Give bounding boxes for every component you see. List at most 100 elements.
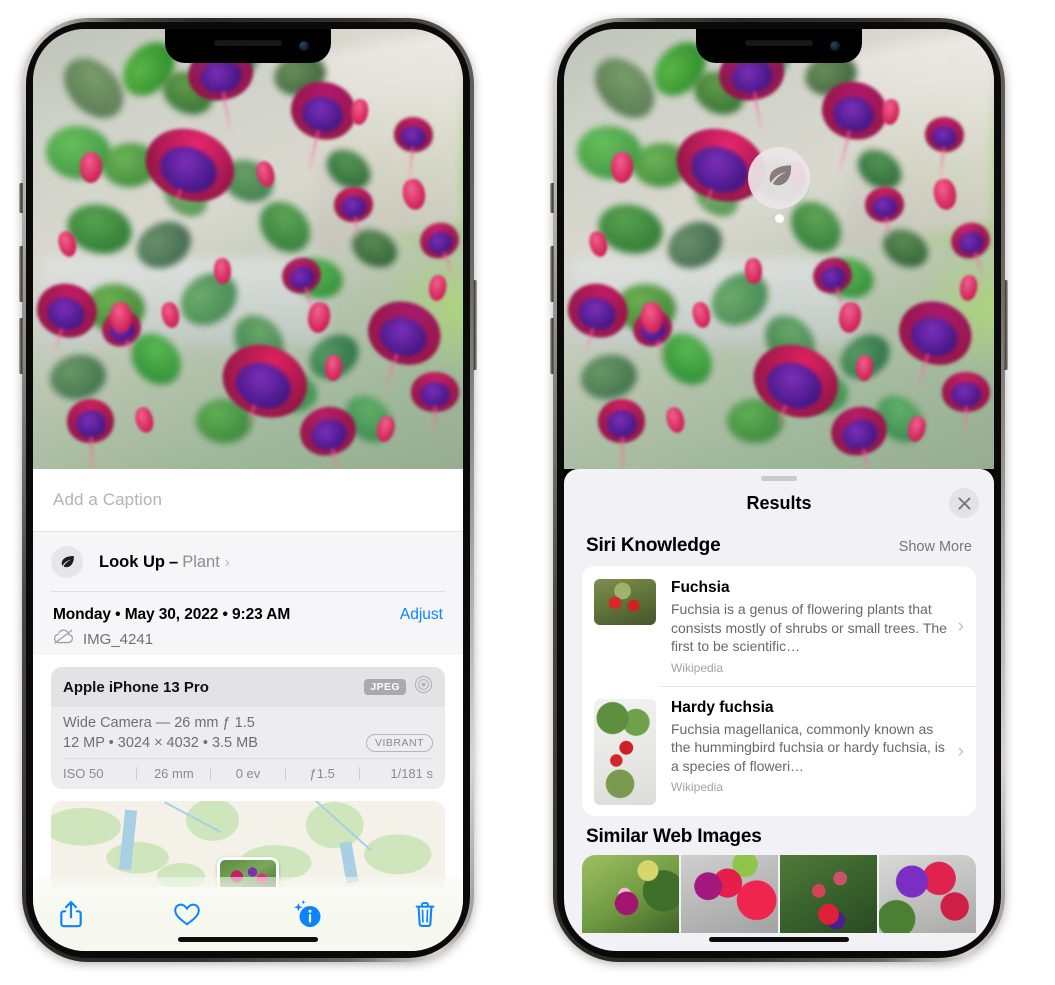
chevron-right-icon: › — [957, 615, 964, 637]
sparkle-icon-large: ✦ — [33, 526, 36, 541]
photo-metadata: Monday • May 30, 2022 • 9:23 AM Adjust I… — [33, 592, 463, 655]
volume-down-button[interactable] — [550, 318, 554, 374]
knowledge-description: Fuchsia is a genus of flowering plants t… — [671, 600, 947, 655]
photo-bloom-corolla — [955, 228, 987, 257]
knowledge-thumbnail — [594, 579, 656, 625]
photo-bloom-corolla — [375, 311, 432, 363]
similar-image-thumb[interactable] — [582, 854, 679, 933]
close-icon[interactable] — [949, 488, 979, 518]
photo-bloom-corolla — [829, 92, 878, 137]
exif-shutter-speed: 1/181 s — [390, 766, 434, 781]
exif-focal-length: 26 mm — [153, 766, 194, 781]
camera-device-name: Apple iPhone 13 Pro — [63, 678, 209, 696]
share-icon[interactable] — [59, 900, 83, 928]
photo-bloom-corolla — [75, 409, 107, 438]
photo-bloom-corolla — [307, 415, 350, 454]
volume-down-button[interactable] — [19, 318, 23, 374]
notch — [165, 29, 331, 63]
home-indicator[interactable] — [178, 937, 318, 942]
front-camera — [830, 41, 840, 51]
screen-left: Add a Caption ✦ ✦ Look Up – Plant › — [33, 29, 463, 951]
screen-right: Results Siri Knowledge Show More Fuchsia… — [564, 29, 994, 951]
photo-bloom-corolla — [818, 263, 849, 292]
volume-up-button[interactable] — [550, 246, 554, 302]
exif-iso: ISO 50 — [63, 766, 104, 781]
chevron-right-icon: › — [957, 740, 964, 762]
lens-line: Wide Camera — 26 mm ƒ 1.5 — [63, 715, 255, 731]
photo-bloom-corolla — [287, 263, 318, 292]
knowledge-result-row[interactable]: Fuchsia Fuchsia is a genus of flowering … — [582, 566, 976, 686]
silent-switch[interactable] — [550, 183, 554, 213]
knowledge-source: Wikipedia — [671, 660, 724, 675]
results-sheet: Results Siri Knowledge Show More Fuchsia… — [564, 469, 994, 951]
adjust-button[interactable]: Adjust — [400, 606, 443, 624]
photo-bloom-corolla — [871, 195, 899, 220]
photo-bloom-corolla — [684, 139, 754, 201]
photo-bloom-corolla — [838, 415, 881, 454]
photo-bloom-corolla — [43, 293, 90, 336]
iphone-left: Add a Caption ✦ ✦ Look Up – Plant › — [19, 18, 477, 962]
look-up-row[interactable]: ✦ ✦ Look Up – Plant › — [33, 526, 463, 592]
knowledge-text: Hardy fuchsia Fuchsia magellanica, commo… — [671, 699, 956, 795]
knowledge-title: Hardy fuchsia — [671, 698, 774, 716]
show-more-button[interactable]: Show More — [899, 539, 972, 555]
photo-bloom-stamen — [434, 406, 437, 435]
camera-card-body: Wide Camera — 26 mm ƒ 1.5 12 MP • 3024 ×… — [51, 707, 445, 759]
format-badge: JPEG — [364, 679, 406, 695]
visual-lookup-badge[interactable] — [748, 147, 810, 223]
knowledge-source: Wikipedia — [671, 780, 724, 795]
camera-card-header: Apple iPhone 13 Pro JPEG — [51, 667, 445, 707]
knowledge-description: Fuchsia magellanica, commonly known as t… — [671, 720, 945, 774]
badge-anchor-dot — [774, 214, 784, 223]
results-header: Results — [564, 481, 994, 525]
silent-switch[interactable] — [19, 183, 23, 213]
similar-image-thumb[interactable] — [780, 854, 877, 933]
similar-image-thumb[interactable] — [681, 854, 778, 933]
results-title: Results — [746, 492, 812, 513]
camera-badges: JPEG — [364, 675, 433, 699]
photo-bloom-corolla — [340, 195, 368, 220]
exif-aperture: ƒ1.5 — [309, 766, 335, 781]
home-indicator[interactable] — [709, 937, 849, 942]
metadata-filename-row: IMG_4241 — [53, 629, 443, 649]
photo-fuchsia-bloom — [411, 372, 459, 435]
photo-bloom-corolla — [399, 124, 427, 150]
iphone-right: Results Siri Knowledge Show More Fuchsia… — [550, 18, 1008, 962]
camera-info-card[interactable]: Apple iPhone 13 Pro JPEG Wide Camera — 2… — [51, 667, 445, 789]
photo-bloom-corolla — [424, 228, 456, 257]
photo-bloom-corolla — [930, 124, 958, 150]
earpiece-speaker — [745, 40, 813, 46]
caption-field[interactable]: Add a Caption — [33, 469, 463, 532]
icloud-slash-icon — [53, 629, 74, 649]
photo-bloom-corolla — [574, 293, 621, 336]
photo-bloom-corolla — [606, 409, 638, 438]
heart-icon[interactable] — [173, 902, 201, 927]
siri-knowledge-card: Fuchsia Fuchsia is a genus of flowering … — [582, 566, 976, 816]
similar-web-images-title: Similar Web Images — [586, 825, 762, 847]
photo-bloom-corolla — [153, 139, 223, 201]
siri-knowledge-title: Siri Knowledge — [586, 535, 721, 556]
look-up-subject: Plant — [182, 552, 220, 571]
similar-web-images-header: Similar Web Images — [564, 816, 994, 855]
knowledge-result-row[interactable]: Hardy fuchsia Fuchsia magellanica, commo… — [582, 685, 976, 816]
chevron-right-icon: › — [224, 553, 230, 571]
trash-icon[interactable] — [413, 901, 437, 928]
power-button[interactable] — [1004, 280, 1008, 370]
info-sparkle-icon[interactable] — [291, 899, 323, 929]
photo-viewer[interactable] — [564, 29, 994, 469]
photo-info-panel: Add a Caption ✦ ✦ Look Up – Plant › — [33, 469, 463, 951]
photo-filename: IMG_4241 — [83, 630, 154, 648]
spec-line-row: 12 MP • 3024 × 4032 • 3.5 MB VIBRANT — [63, 734, 433, 752]
similar-image-thumb[interactable] — [879, 854, 976, 933]
leaf-icon — [763, 160, 795, 197]
photo-bloom-corolla — [950, 382, 982, 408]
exif-exposure: 0 ev — [235, 766, 261, 781]
front-camera — [299, 41, 309, 51]
aperture-icon — [414, 675, 433, 699]
photo-viewer[interactable] — [33, 29, 463, 469]
photo-bloom-stamen — [965, 406, 968, 435]
power-button[interactable] — [473, 280, 477, 370]
location-map[interactable] — [51, 801, 445, 887]
photo-bloom-corolla — [760, 355, 828, 416]
volume-up-button[interactable] — [19, 246, 23, 302]
